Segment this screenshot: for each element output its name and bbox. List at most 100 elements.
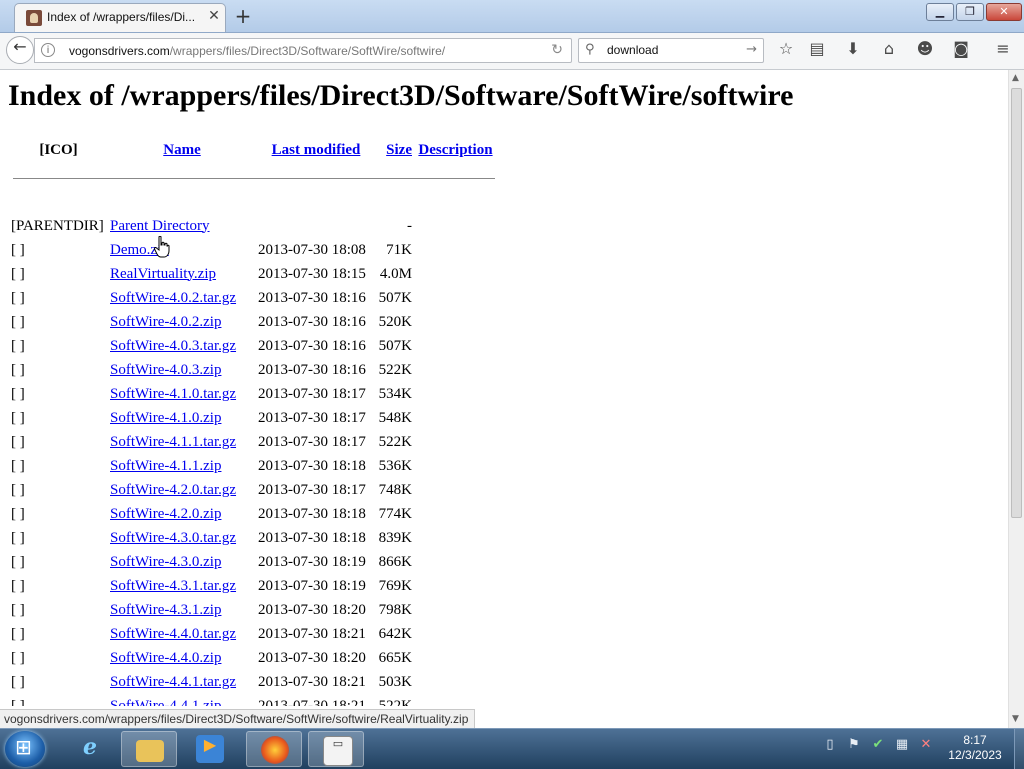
scroll-up-icon[interactable]: ▲ <box>1012 73 1019 83</box>
file-ico: [ ] <box>11 409 25 426</box>
file-link[interactable]: SoftWire-4.0.2.tar.gz <box>110 290 236 306</box>
volume-muted-icon[interactable]: ✕ <box>918 737 934 753</box>
file-link[interactable]: SoftWire-4.2.0.tar.gz <box>110 482 236 498</box>
windows-taskbar: ℯ ▶ ▭ ▯ ⚑ ✔ ▦ ✕ 8:17 12/3/2023 <box>0 728 1024 769</box>
file-size: 507K <box>378 337 412 354</box>
site-favicon-icon <box>26 10 42 26</box>
sort-by-description-link[interactable]: Description <box>418 142 492 158</box>
file-modified: 2013-07-30 18:16 <box>258 289 366 306</box>
tab-active[interactable]: Index of /wrappers/files/Di... ✕ <box>14 3 226 32</box>
search-go-icon[interactable]: → <box>746 42 757 57</box>
url-path: /wrappers/files/Direct3D/Software/SoftWi… <box>169 44 446 58</box>
url-text[interactable]: vogonsdrivers.com/wrappers/files/Direct3… <box>69 44 445 58</box>
file-ico: [ ] <box>11 265 25 282</box>
home-icon[interactable]: ⌂ <box>877 39 901 63</box>
smiley-icon[interactable]: ☻ <box>913 39 937 63</box>
file-ico: [ ] <box>11 577 25 594</box>
file-modified: 2013-07-30 18:17 <box>258 481 366 498</box>
separator-line <box>13 177 495 179</box>
file-link[interactable]: SoftWire-4.1.1.tar.gz <box>110 434 236 450</box>
sort-by-name-link[interactable]: Name <box>163 142 201 158</box>
file-size: 548K <box>378 409 412 426</box>
file-ico: [ ] <box>11 601 25 618</box>
close-window-button[interactable]: ✕ <box>986 3 1022 21</box>
parent-directory-link[interactable]: Parent Directory <box>110 218 210 234</box>
file-link[interactable]: SoftWire-4.4.0.tar.gz <box>110 626 236 642</box>
pocket-icon[interactable]: ◙ <box>949 39 973 63</box>
scroll-down-icon[interactable]: ▼ <box>1012 714 1019 724</box>
reader-icon[interactable]: ▤ <box>805 39 829 63</box>
search-input[interactable] <box>607 43 737 57</box>
header-description: Description <box>415 134 496 166</box>
taskbar-firefox[interactable] <box>246 731 302 767</box>
file-size: 522K <box>378 361 412 378</box>
system-clock[interactable]: 8:17 12/3/2023 <box>940 733 1010 763</box>
file-row: [ ] SoftWire-4.2.0.tar.gz 2013-07-30 18:17… <box>10 478 496 502</box>
file-size: 665K <box>378 649 412 666</box>
url-bar[interactable]: i vogonsdrivers.com/wrappers/files/Direc… <box>34 38 572 63</box>
page-content: Index of /wrappers/files/Direct3D/Softwa… <box>0 70 1008 706</box>
parent-size: - <box>407 217 412 234</box>
action-center-flag-icon[interactable]: ⚑ <box>846 737 862 753</box>
file-size: 522K <box>378 433 412 450</box>
header-ico: [ICO] <box>39 141 78 158</box>
file-row: [ ] SoftWire-4.0.2.tar.gz 2013-07-30 18:16… <box>10 286 496 310</box>
file-row: [ ] SoftWire-4.0.3.zip 2013-07-30 18:16 522… <box>10 358 496 382</box>
header-row: [ICO] Name Last modified Size Descriptio… <box>10 134 496 166</box>
file-ico: [ ] <box>11 337 25 354</box>
file-link[interactable]: SoftWire-4.2.0.zip <box>110 506 221 522</box>
file-ico: [ ] <box>11 361 25 378</box>
maximize-button[interactable]: ❐ <box>956 3 984 21</box>
file-link[interactable]: SoftWire-4.1.0.tar.gz <box>110 386 236 402</box>
menu-icon[interactable]: ≡ <box>991 39 1015 63</box>
file-link[interactable]: SoftWire-4.4.1.zip <box>110 698 221 707</box>
info-icon[interactable]: i <box>41 43 55 57</box>
file-row: [ ] SoftWire-4.4.0.zip 2013-07-30 18:20 665… <box>10 646 496 670</box>
file-ico: [ ] <box>11 241 25 258</box>
file-modified: 2013-07-30 18:16 <box>258 337 366 354</box>
file-link[interactable]: SoftWire-4.3.0.zip <box>110 554 221 570</box>
mouse-pointer-hand-icon <box>154 236 170 258</box>
taskbar-media-player[interactable]: ▶ <box>182 731 238 767</box>
show-desktop-button[interactable] <box>1014 729 1024 769</box>
firefox-icon <box>261 736 289 764</box>
file-size: 748K <box>378 481 412 498</box>
scrollbar-thumb[interactable] <box>1011 88 1022 518</box>
new-tab-button[interactable]: + <box>232 5 254 27</box>
back-button[interactable]: ← <box>6 36 34 64</box>
file-size: 520K <box>378 313 412 330</box>
file-link[interactable]: SoftWire-4.0.3.zip <box>110 362 221 378</box>
sort-by-modified-link[interactable]: Last modified <box>272 142 361 158</box>
vertical-scrollbar[interactable]: ▲ ▼ <box>1008 70 1024 728</box>
file-modified: 2013-07-30 18:20 <box>258 649 366 666</box>
star-icon[interactable]: ☆ <box>774 39 798 63</box>
file-link[interactable]: SoftWire-4.4.1.tar.gz <box>110 674 236 690</box>
file-link[interactable]: SoftWire-4.3.1.zip <box>110 602 221 618</box>
file-link[interactable]: SoftWire-4.1.0.zip <box>110 410 221 426</box>
media-player-icon: ▶ <box>196 735 224 763</box>
minimize-button[interactable]: ▁ <box>926 3 954 21</box>
file-link[interactable]: SoftWire-4.0.3.tar.gz <box>110 338 236 354</box>
taskbar-internet-explorer[interactable]: ℯ <box>62 731 118 767</box>
network-icon[interactable]: ▦ <box>894 737 910 753</box>
taskbar-file-explorer[interactable] <box>121 731 177 767</box>
file-link[interactable]: RealVirtuality.zip <box>110 266 216 282</box>
tab-close-icon[interactable]: ✕ <box>205 7 223 25</box>
file-ico: [ ] <box>11 313 25 330</box>
clipboard-icon[interactable]: ▯ <box>822 737 838 753</box>
parent-directory-row: [PARENTDIR] Parent Directory - <box>10 214 496 238</box>
file-link[interactable]: SoftWire-4.3.1.tar.gz <box>110 578 236 594</box>
file-link[interactable]: SoftWire-4.1.1.zip <box>110 458 221 474</box>
security-check-icon[interactable]: ✔ <box>870 737 886 753</box>
sort-by-size-link[interactable]: Size <box>386 142 412 158</box>
start-button[interactable] <box>5 731 45 767</box>
search-box[interactable]: ⚲ → <box>578 38 764 63</box>
download-icon[interactable]: ⬇ <box>841 39 865 63</box>
file-link[interactable]: SoftWire-4.0.2.zip <box>110 314 221 330</box>
file-link[interactable]: SoftWire-4.3.0.tar.gz <box>110 530 236 546</box>
file-link[interactable]: SoftWire-4.4.0.zip <box>110 650 221 666</box>
reload-icon[interactable]: ↻ <box>551 42 563 58</box>
taskbar-app-window[interactable]: ▭ <box>308 731 364 767</box>
file-size: 71K <box>386 241 412 258</box>
tab-title: Index of /wrappers/files/Di... <box>47 10 196 24</box>
